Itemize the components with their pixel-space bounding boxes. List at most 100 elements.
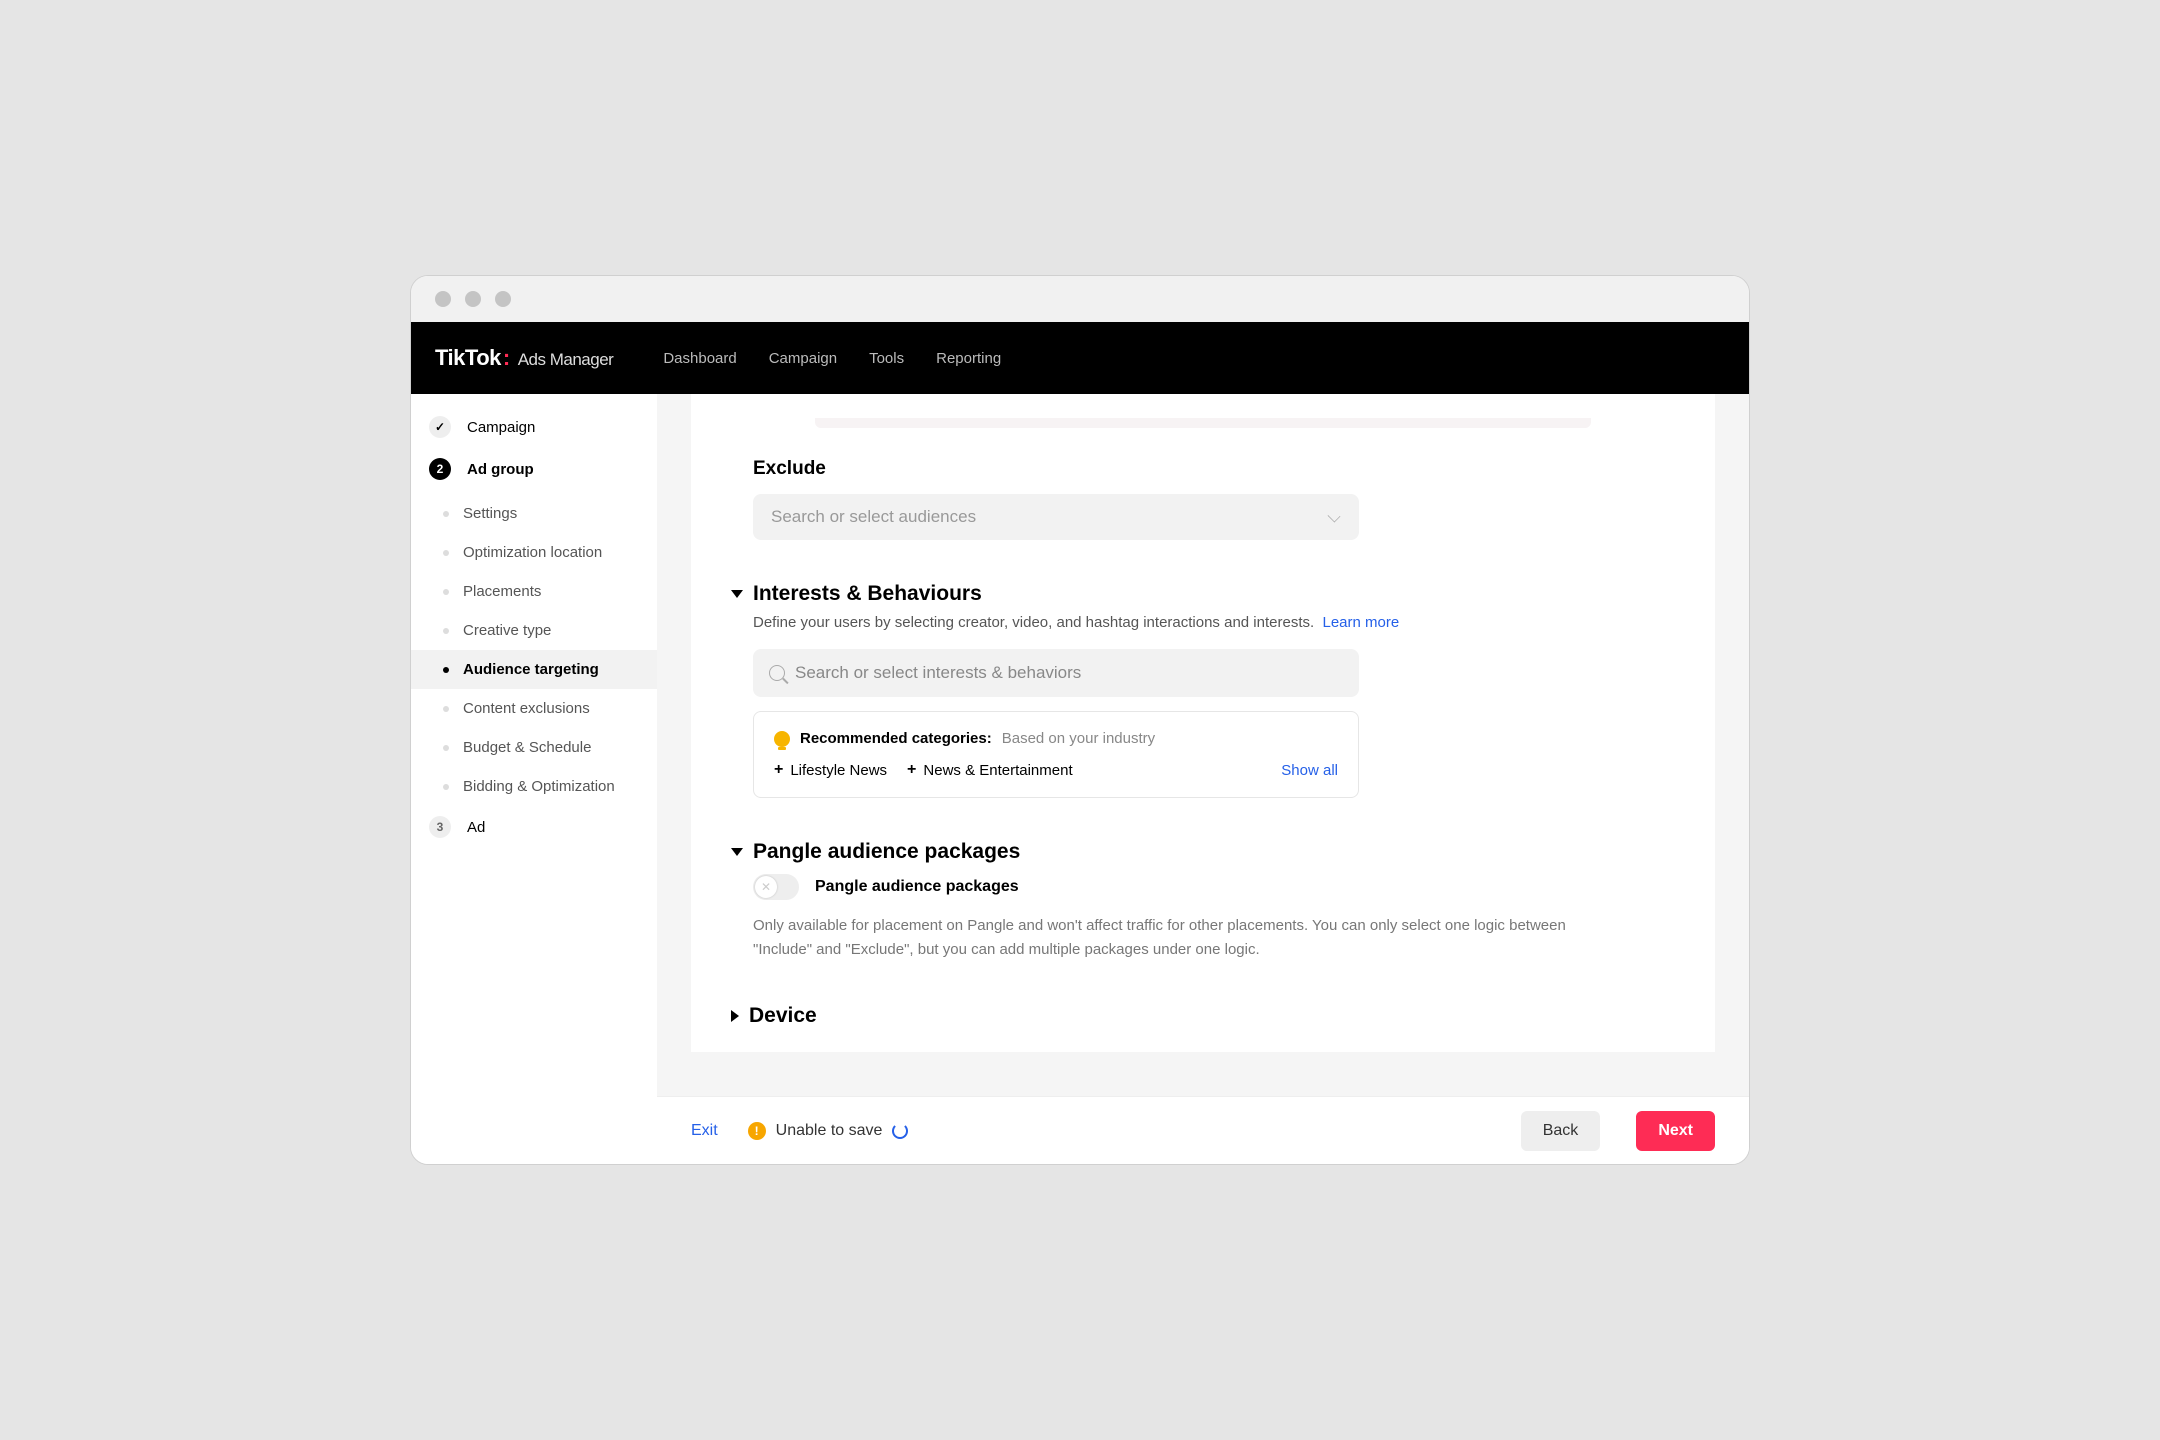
exclude-title: Exclude xyxy=(753,458,1653,480)
reco-head: Recommended categories: Based on your in… xyxy=(774,730,1338,747)
app-body: ✓ Campaign 2 Ad group Settings Optimizat… xyxy=(411,394,1749,1164)
learn-more-link[interactable]: Learn more xyxy=(1323,614,1400,631)
toggle-knob: ✕ xyxy=(755,876,777,898)
step-ad[interactable]: 3 Ad xyxy=(411,806,657,848)
top-nav: Dashboard Campaign Tools Reporting xyxy=(663,350,1001,367)
reco-chips: + Lifestyle News + News & Entertainment xyxy=(774,761,1073,779)
sub-bidding-optimization[interactable]: Bidding & Optimization xyxy=(411,767,657,806)
window-dot xyxy=(465,291,481,307)
bullet-icon xyxy=(443,784,449,790)
sub-label: Settings xyxy=(463,505,517,522)
panel: Exclude Search or select audiences Inter… xyxy=(691,394,1715,1052)
prev-card-edge xyxy=(815,418,1591,428)
substeps: Settings Optimization location Placement… xyxy=(411,494,657,806)
browser-chrome xyxy=(411,276,1749,322)
exclude-select[interactable]: Search or select audiences xyxy=(753,494,1359,540)
pangle-header[interactable]: Pangle audience packages xyxy=(731,840,1653,864)
recommended-card: Recommended categories: Based on your in… xyxy=(753,711,1359,798)
step-label: Ad group xyxy=(467,461,534,478)
back-button[interactable]: Back xyxy=(1521,1111,1601,1151)
content-scroll[interactable]: Exclude Search or select audiences Inter… xyxy=(657,394,1749,1096)
sub-optimization-location[interactable]: Optimization location xyxy=(411,533,657,572)
bullet-icon xyxy=(443,511,449,517)
top-bar: TikTok: Ads Manager Dashboard Campaign T… xyxy=(411,322,1749,394)
brand-name: TikTok xyxy=(435,345,501,371)
caret-down-icon xyxy=(731,848,743,856)
step-ad-group[interactable]: 2 Ad group xyxy=(411,448,657,490)
bullet-icon xyxy=(443,667,449,673)
pangle-toggle-row: ✕ Pangle audience packages xyxy=(753,874,1653,900)
refresh-icon[interactable] xyxy=(892,1123,908,1139)
nav-tools[interactable]: Tools xyxy=(869,350,904,367)
nav-dashboard[interactable]: Dashboard xyxy=(663,350,736,367)
caret-down-icon xyxy=(731,590,743,598)
pangle-title: Pangle audience packages xyxy=(753,840,1020,864)
step-label: Campaign xyxy=(467,419,535,436)
pangle-toggle-label: Pangle audience packages xyxy=(815,878,1019,896)
exclude-placeholder: Search or select audiences xyxy=(771,507,976,527)
sub-audience-targeting[interactable]: Audience targeting xyxy=(411,650,657,689)
browser-frame: TikTok: Ads Manager Dashboard Campaign T… xyxy=(410,275,1750,1165)
device-title: Device xyxy=(749,1004,817,1028)
chip-lifestyle-news[interactable]: + Lifestyle News xyxy=(774,761,887,779)
bullet-icon xyxy=(443,706,449,712)
bullet-icon xyxy=(443,589,449,595)
sub-label: Creative type xyxy=(463,622,551,639)
pangle-desc: Only available for placement on Pangle a… xyxy=(753,914,1573,962)
reco-row: + Lifestyle News + News & Entertainment Sh… xyxy=(774,761,1338,779)
sub-label: Audience targeting xyxy=(463,661,599,678)
sub-creative-type[interactable]: Creative type xyxy=(411,611,657,650)
sub-label: Content exclusions xyxy=(463,700,590,717)
sub-content-exclusions[interactable]: Content exclusions xyxy=(411,689,657,728)
bullet-icon xyxy=(443,745,449,751)
sub-placements[interactable]: Placements xyxy=(411,572,657,611)
main-canvas: Exclude Search or select audiences Inter… xyxy=(657,394,1749,1164)
chip-label: News & Entertainment xyxy=(923,762,1072,779)
brand-product: Ads Manager xyxy=(518,350,614,370)
sub-label: Placements xyxy=(463,583,541,600)
caret-right-icon xyxy=(731,1010,739,1022)
interests-search-placeholder: Search or select interests & behaviors xyxy=(795,663,1081,683)
plus-icon: + xyxy=(907,761,916,779)
footer-left: Exit ! Unable to save xyxy=(691,1122,908,1140)
interests-search[interactable]: Search or select interests & behaviors xyxy=(753,649,1359,697)
nav-campaign[interactable]: Campaign xyxy=(769,350,837,367)
sub-settings[interactable]: Settings xyxy=(411,494,657,533)
bullet-icon xyxy=(443,550,449,556)
step-number-icon: 2 xyxy=(429,458,451,480)
sidebar: ✓ Campaign 2 Ad group Settings Optimizat… xyxy=(411,394,657,1164)
warning-text: Unable to save xyxy=(776,1122,883,1140)
step-number-icon: 3 xyxy=(429,816,451,838)
lightbulb-icon xyxy=(774,731,790,747)
sub-label: Budget & Schedule xyxy=(463,739,591,756)
interests-header[interactable]: Interests & Behaviours xyxy=(731,582,1653,606)
brand-logo: TikTok: Ads Manager xyxy=(435,345,613,371)
step-campaign[interactable]: ✓ Campaign xyxy=(411,406,657,448)
warning-icon: ! xyxy=(748,1122,766,1140)
sub-label: Optimization location xyxy=(463,544,602,561)
check-icon: ✓ xyxy=(429,416,451,438)
sub-budget-schedule[interactable]: Budget & Schedule xyxy=(411,728,657,767)
next-button[interactable]: Next xyxy=(1636,1111,1715,1151)
footer-bar: Exit ! Unable to save Back Next xyxy=(657,1096,1749,1164)
save-warning: ! Unable to save xyxy=(748,1122,909,1140)
window-dot xyxy=(435,291,451,307)
chip-label: Lifestyle News xyxy=(790,762,887,779)
sub-label: Bidding & Optimization xyxy=(463,778,615,795)
brand-punct: : xyxy=(503,345,510,371)
interests-desc-text: Define your users by selecting creator, … xyxy=(753,614,1314,631)
plus-icon: + xyxy=(774,761,783,779)
interests-desc: Define your users by selecting creator, … xyxy=(753,614,1653,631)
step-label: Ad xyxy=(467,819,485,836)
show-all-link[interactable]: Show all xyxy=(1281,762,1338,779)
exit-link[interactable]: Exit xyxy=(691,1122,718,1140)
reco-label: Recommended categories: xyxy=(800,730,992,747)
nav-reporting[interactable]: Reporting xyxy=(936,350,1001,367)
search-icon xyxy=(769,665,785,681)
chip-news-entertainment[interactable]: + News & Entertainment xyxy=(907,761,1073,779)
pangle-toggle[interactable]: ✕ xyxy=(753,874,799,900)
reco-sub: Based on your industry xyxy=(1002,730,1155,747)
interests-title: Interests & Behaviours xyxy=(753,582,982,606)
chevron-down-icon xyxy=(1327,510,1341,524)
device-header[interactable]: Device xyxy=(731,1004,1653,1028)
